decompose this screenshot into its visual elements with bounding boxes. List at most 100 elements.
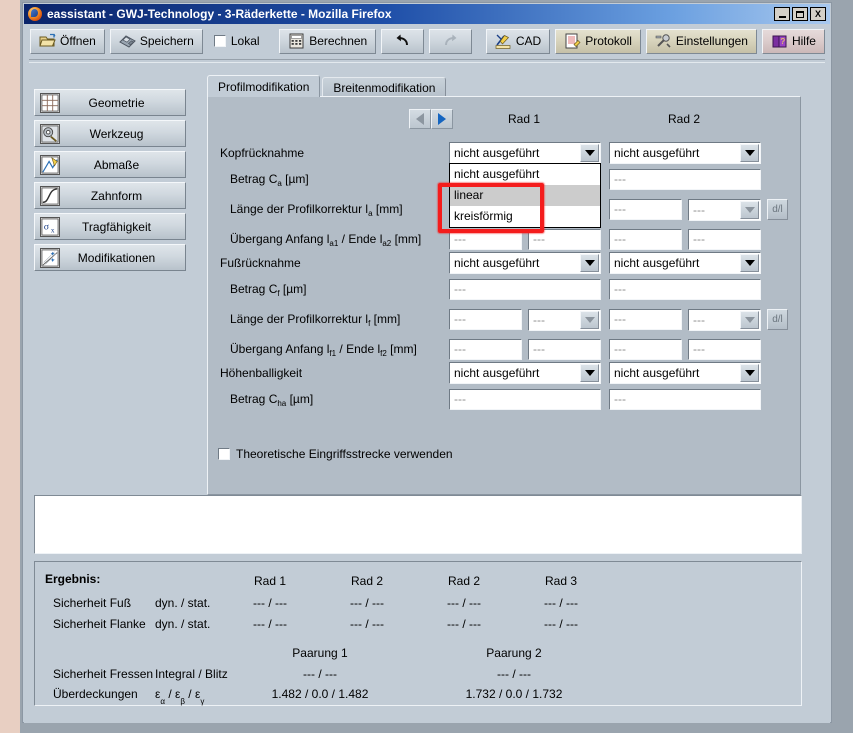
- document-pencil-icon: [565, 33, 581, 49]
- results-value: --- / ---: [544, 617, 578, 631]
- kopfruecknahme-dropdown-list[interactable]: nicht ausgeführt linear kreisförmig: [449, 163, 601, 228]
- fussruecknahme-rad1-combo[interactable]: nicht ausgeführt: [449, 252, 601, 274]
- undo-arrow-icon: [396, 34, 409, 46]
- kopfruecknahme-rad2-combo[interactable]: nicht ausgeführt: [609, 142, 761, 164]
- cad-button[interactable]: CAD: [485, 28, 551, 54]
- combo-dropdown-button[interactable]: [580, 144, 599, 162]
- cad-button-label: CAD: [515, 34, 542, 48]
- results-value: --- / ---: [350, 596, 384, 610]
- open-button[interactable]: Öffnen: [30, 28, 105, 54]
- combo-dropdown-button[interactable]: [580, 311, 599, 329]
- help-button-label: Hilfe: [791, 34, 816, 48]
- tooth-profile-icon: [40, 185, 60, 206]
- maximize-button[interactable]: [792, 7, 808, 21]
- label-part: [µm]: [286, 392, 314, 406]
- label-subscript: f1: [329, 349, 337, 358]
- combo-dropdown-button[interactable]: [580, 364, 599, 382]
- laenge-la-rad2-combo[interactable]: ---: [688, 199, 761, 221]
- dl-button-kopf[interactable]: d/l: [767, 199, 788, 220]
- tab-breitenmodifikation[interactable]: Breitenmodifikation: [322, 77, 447, 97]
- dropdown-option-linear[interactable]: linear: [450, 185, 600, 206]
- combo-dropdown-button[interactable]: [740, 201, 759, 219]
- results-header-rad1: Rad 1: [253, 574, 287, 588]
- kopfruecknahme-rad1-combo[interactable]: nicht ausgeführt: [449, 142, 601, 164]
- lokal-checkbox[interactable]: [213, 35, 226, 47]
- open-folder-icon: [39, 33, 56, 47]
- fussruecknahme-rad2-combo[interactable]: nicht ausgeführt: [609, 252, 761, 274]
- sidebar-item-label: Tragfähigkeit: [82, 219, 151, 234]
- laenge-la-rad2-input[interactable]: ---: [609, 199, 682, 220]
- dropdown-option-nicht-ausgefuehrt[interactable]: nicht ausgeführt: [450, 164, 600, 185]
- nav-prev-button[interactable]: [409, 109, 431, 129]
- sidebar-item-zahnform[interactable]: Zahnform: [34, 182, 186, 209]
- laenge-lf-rad1-input[interactable]: ---: [449, 309, 522, 330]
- betrag-cf-rad1-input[interactable]: ---: [449, 279, 601, 300]
- betrag-ca-rad2-input[interactable]: ---: [609, 169, 761, 190]
- sidebar-item-werkzeug[interactable]: Werkzeug: [34, 120, 186, 147]
- uebergang-f2-rad1-input[interactable]: ---: [528, 339, 601, 360]
- label-part: Betrag C: [230, 392, 278, 406]
- dropdown-option-kreisfoermig[interactable]: kreisförmig: [450, 206, 600, 227]
- hoehenballigkeit-rad1-combo[interactable]: nicht ausgeführt: [449, 362, 601, 384]
- combo-dropdown-button[interactable]: [740, 144, 759, 162]
- row-label-uebergang-f: Übergang Anfang lf1 / Ende lf2 [mm]: [230, 342, 417, 358]
- eps-sub-alpha: α: [160, 697, 165, 707]
- sidebar-item-tragfaehigkeit[interactable]: σ x Tragfähigkeit: [34, 213, 186, 240]
- chevron-down-icon: [584, 150, 595, 156]
- uebergang-a1-rad1-input[interactable]: ---: [449, 229, 522, 250]
- dl-button-fuss[interactable]: d/l: [767, 309, 788, 330]
- svg-text:?: ?: [780, 37, 785, 46]
- laenge-lf-rad1-combo[interactable]: ---: [528, 309, 601, 331]
- uebergang-a2-rad2-input[interactable]: ---: [688, 229, 761, 250]
- protocol-button[interactable]: Protokoll: [555, 28, 641, 54]
- betrag-cha-rad2-input[interactable]: ---: [609, 389, 761, 410]
- theoretische-eingriffsstrecke-checkbox[interactable]: [218, 448, 230, 460]
- uebergang-f1-rad1-input[interactable]: ---: [449, 339, 522, 360]
- betrag-cf-rad2-input[interactable]: ---: [609, 279, 761, 300]
- minimize-button[interactable]: [774, 7, 790, 21]
- sidebar-item-abmasse[interactable]: Abmaße: [34, 151, 186, 178]
- hoehenballigkeit-rad2-combo[interactable]: nicht ausgeführt: [609, 362, 761, 384]
- uebergang-a1-rad2-input[interactable]: ---: [609, 229, 682, 250]
- laenge-lf-rad2-input[interactable]: ---: [609, 309, 682, 330]
- row-label-betrag-ca: Betrag Ca [µm]: [230, 172, 309, 188]
- help-button[interactable]: ? Hilfe: [761, 28, 825, 54]
- tab-body: Rad 1 Rad 2 Kopfrücknahme nicht ausgefüh…: [207, 96, 801, 495]
- combo-value: ---: [533, 313, 545, 327]
- sigma-x-icon: σ x: [40, 216, 60, 237]
- save-button[interactable]: Speichern: [109, 28, 203, 54]
- combo-value: nicht ausgeführt: [454, 256, 540, 270]
- close-button[interactable]: X: [810, 7, 826, 21]
- application-window: eassistant - GWJ-Technology - 3-Räderket…: [22, 2, 832, 723]
- sidebar-item-modifikationen[interactable]: Modifikationen: [34, 244, 186, 271]
- uebergang-f2-rad2-input[interactable]: ---: [688, 339, 761, 360]
- row-label-laenge-lf: Länge der Profilkorrektur lf [mm]: [230, 312, 400, 328]
- combo-value: nicht ausgeführt: [454, 146, 540, 160]
- tab-profilmodifikation[interactable]: Profilmodifikation: [207, 75, 321, 97]
- chevron-down-icon: [584, 260, 595, 266]
- firefox-icon: [28, 7, 42, 21]
- results-value: --- / ---: [253, 617, 287, 631]
- betrag-cha-rad1-input[interactable]: ---: [449, 389, 601, 410]
- laenge-lf-rad2-combo[interactable]: ---: [688, 309, 761, 331]
- sidebar-item-label: Zahnform: [90, 188, 143, 203]
- uebergang-a2-rad1-input[interactable]: ---: [528, 229, 601, 250]
- chevron-down-icon: [584, 370, 595, 376]
- combo-dropdown-button[interactable]: [580, 254, 599, 272]
- calculate-button[interactable]: Berechnen: [279, 28, 377, 54]
- redo-button[interactable]: [429, 28, 473, 54]
- theoretische-eingriffsstrecke-row[interactable]: Theoretische Eingriffsstrecke verwenden: [218, 447, 453, 461]
- combo-dropdown-button[interactable]: [740, 311, 759, 329]
- combo-value: nicht ausgeführt: [614, 256, 700, 270]
- settings-button[interactable]: Einstellungen: [645, 28, 757, 54]
- combo-dropdown-button[interactable]: [740, 364, 759, 382]
- section-title-hoehenballigkeit: Höhenballigkeit: [220, 366, 303, 380]
- combo-dropdown-button[interactable]: [740, 254, 759, 272]
- results-row-sub-ueberdeckungen: εα / εβ / εγ: [155, 687, 205, 707]
- uebergang-f1-rad2-input[interactable]: ---: [609, 339, 682, 360]
- lokal-checkbox-row[interactable]: Lokal: [208, 29, 266, 54]
- combo-value: ---: [693, 203, 705, 217]
- sidebar-item-label: Geometrie: [88, 95, 145, 110]
- undo-button[interactable]: [381, 28, 425, 54]
- sidebar-item-geometrie[interactable]: Geometrie: [34, 89, 186, 116]
